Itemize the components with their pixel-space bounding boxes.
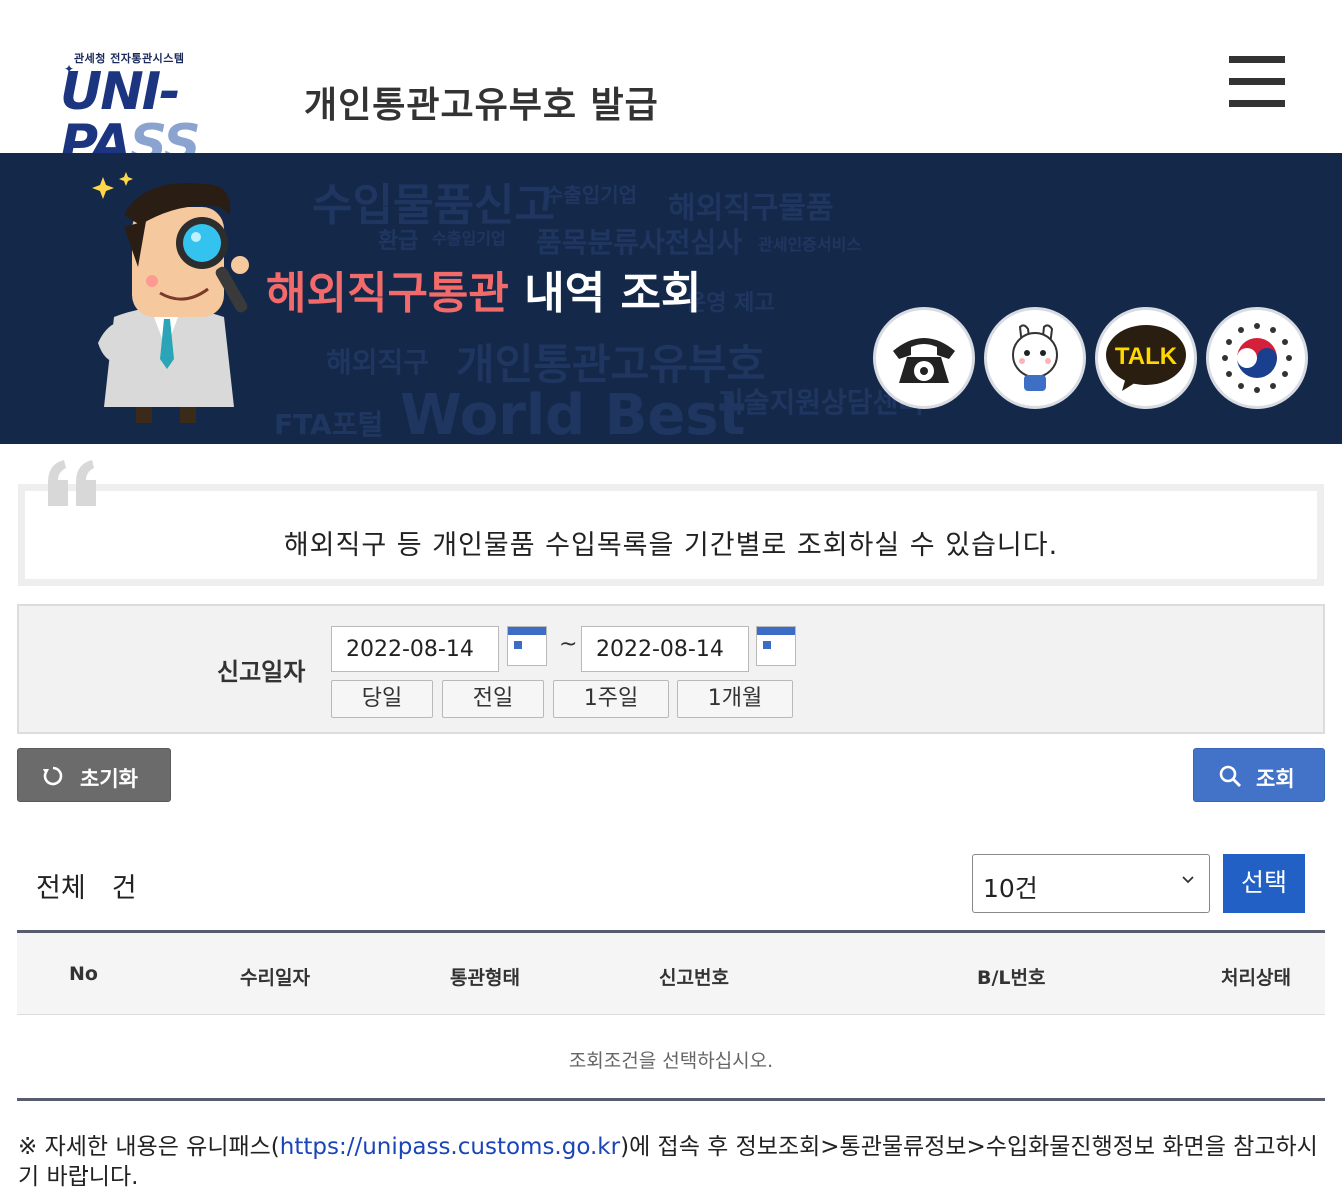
- end-calendar-icon[interactable]: [756, 626, 796, 666]
- period-yesterday-button[interactable]: 전일: [442, 680, 544, 718]
- column-header: 통관형태: [450, 967, 520, 989]
- svg-text:TALK: TALK: [1115, 343, 1178, 370]
- search-panel: 신고일자 ~ 당일 전일 1주일 1개월: [17, 604, 1325, 734]
- banner-bg-word: 관세인증서비스: [758, 235, 862, 254]
- info-box: 해외직구 등 개인물품 수입목록을 기간별로 조회하실 수 있습니다.: [18, 484, 1324, 586]
- phone-icon[interactable]: [873, 307, 975, 409]
- start-calendar-icon[interactable]: [507, 626, 547, 666]
- banner-bg-word: FTA포털: [274, 408, 384, 441]
- government-emblem-icon[interactable]: [1206, 307, 1308, 409]
- footnote: ※ 자세한 내용은 유니패스(https://unipass.customs.g…: [18, 1134, 1318, 1190]
- column-header: 수리일자: [240, 967, 310, 989]
- hamburger-menu-icon[interactable]: [1229, 56, 1285, 108]
- quote-icon: [48, 460, 96, 506]
- select-button[interactable]: 선택: [1223, 854, 1305, 913]
- start-date-input[interactable]: [331, 626, 499, 672]
- detective-character-illustration: [92, 172, 249, 423]
- banner-bg-word: 수입물품신고: [312, 180, 555, 231]
- column-header: 신고번호: [659, 967, 729, 989]
- banner-bg-word: 품목분류사전심사: [536, 226, 743, 259]
- refresh-icon: [43, 766, 63, 786]
- column-header: No: [69, 963, 98, 985]
- mascot-icon[interactable]: [984, 307, 1086, 409]
- date-label: 신고일자: [217, 658, 306, 686]
- chevron-down-icon: [1182, 876, 1194, 884]
- period-month-button[interactable]: 1개월: [677, 680, 793, 718]
- banner-bg-word: World Best: [400, 383, 746, 444]
- column-header: 처리상태: [1221, 967, 1291, 989]
- period-week-button[interactable]: 1주일: [553, 680, 669, 718]
- kakao-talk-icon[interactable]: TALK: [1095, 307, 1197, 409]
- banner-title: 해외직구통관 내역 조회: [266, 268, 702, 319]
- unipass-logo[interactable]: 관세청 전자통관시스템 ✦ UNI-PASS: [60, 48, 292, 170]
- empty-message: 조회조건을 선택하십시오.: [568, 1050, 774, 1072]
- site-header: 관세청 전자통관시스템 ✦ UNI-PASS 개인통관고유부호 발급: [0, 0, 1342, 170]
- period-today-button[interactable]: 당일: [331, 680, 433, 718]
- search-icon: [1219, 765, 1241, 787]
- reset-button[interactable]: 초기화: [17, 748, 171, 802]
- hero-banner: 수입물품신고 수출입기업 해외직구물품 환급 수출입기업 품목분류사전심사 관세…: [0, 153, 1342, 444]
- column-header: B/L번호: [977, 967, 1046, 989]
- unipass-link[interactable]: https://unipass.customs.go.kr: [280, 1134, 620, 1160]
- date-separator: ~: [559, 632, 578, 657]
- table-row: 조회조건을 선택하십시오.: [17, 1016, 1325, 1098]
- banner-bg-word: 환급: [378, 229, 419, 254]
- banner-bg-word: 해외직구: [326, 346, 430, 379]
- page-title: 개인통관고유부호 발급: [304, 85, 659, 126]
- page-size-select[interactable]: 10건: [972, 854, 1210, 913]
- banner-bg-word: 수출입기업: [432, 229, 506, 248]
- info-text: 해외직구 등 개인물품 수입목록을 기간별로 조회하실 수 있습니다.: [283, 530, 1059, 561]
- banner-bg-word: 수출입기업: [545, 183, 637, 207]
- search-button[interactable]: 조회: [1193, 748, 1325, 802]
- table-header: No 수리일자 통관형태 신고번호 B/L번호 처리상태: [17, 933, 1325, 1015]
- table-bottom-border: [17, 1098, 1325, 1101]
- end-date-input[interactable]: [581, 626, 749, 672]
- total-count: 전체 건: [36, 873, 137, 904]
